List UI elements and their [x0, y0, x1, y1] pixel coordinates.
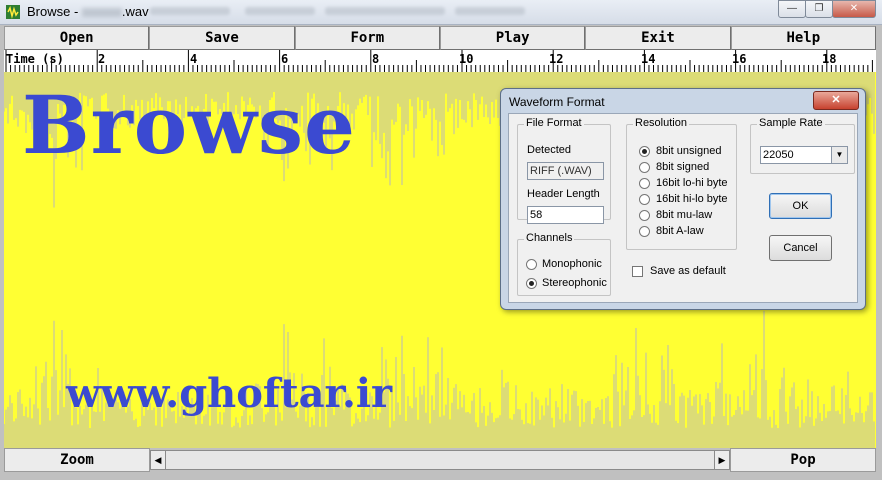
watermark-title: Browse: [22, 78, 356, 172]
zoom-button[interactable]: Zoom: [4, 448, 150, 472]
monophonic-radio[interactable]: [526, 259, 537, 270]
watermark-url: www.ghoftar.ir: [66, 370, 393, 417]
resolution-option-label: 16bit lo-hi byte: [656, 177, 728, 189]
ruler-tick-label: 8: [372, 52, 380, 66]
exit-button[interactable]: Exit: [585, 26, 731, 50]
sample-rate-select[interactable]: 22050 ▼: [760, 146, 848, 164]
ruler-tick-label: 6: [281, 52, 289, 66]
sample-rate-group-label: Sample Rate: [757, 117, 825, 129]
play-button[interactable]: Play: [439, 26, 586, 50]
ruler-tick-label: 10: [459, 52, 474, 66]
stereophonic-label: Stereophonic: [542, 277, 607, 289]
menu-bar: Open Save Form Play Exit Help: [4, 26, 876, 50]
help-button[interactable]: Help: [730, 26, 876, 50]
resolution-radio-16bit-hi-lo[interactable]: [639, 194, 650, 205]
pop-button[interactable]: Pop: [730, 448, 876, 472]
ruler-tick-label: 12: [549, 52, 564, 66]
dialog-title: Waveform Format: [509, 95, 605, 109]
minimize-button[interactable]: —: [778, 0, 806, 18]
channels-group-label: Channels: [524, 232, 575, 244]
file-format-group-label: File Format: [524, 117, 584, 129]
stereophonic-radio[interactable]: [526, 278, 537, 289]
resolution-radio-8bit-signed[interactable]: [639, 162, 650, 173]
detected-format-field: RIFF (.WAV): [527, 162, 604, 180]
resolution-radio-8bit-unsigned[interactable]: [639, 146, 650, 157]
resolution-radio-16bit-lo-hi[interactable]: [639, 178, 650, 189]
ruler-axis-label: Time (s): [6, 52, 64, 66]
window-title: Browse - .wav: [27, 4, 149, 19]
detected-label: Detected: [527, 144, 572, 156]
blurred-title-region: [325, 7, 445, 15]
blurred-title-region: [455, 7, 525, 15]
resolution-radio-8bit-mu-law[interactable]: [639, 210, 650, 221]
cancel-button[interactable]: Cancel: [769, 235, 832, 261]
bottom-bar: Zoom ◀ ▶ Pop: [4, 448, 876, 472]
ruler-tick-label: 2: [98, 52, 106, 66]
maximize-button[interactable]: ❐: [805, 0, 833, 18]
resolution-option-label: 16bit hi-lo byte: [656, 193, 728, 205]
chevron-down-icon[interactable]: ▼: [831, 147, 847, 163]
save-as-default-label: Save as default: [650, 265, 726, 277]
waveform-format-dialog: Waveform Format ✕ File Format Detected R…: [500, 88, 866, 310]
dialog-body: File Format Detected RIFF (.WAV) Header …: [508, 113, 858, 303]
dialog-close-button[interactable]: ✕: [813, 91, 859, 110]
close-button[interactable]: ✕: [832, 0, 876, 18]
header-length-input[interactable]: 58: [527, 206, 604, 224]
blurred-title-region: [150, 7, 230, 15]
resolution-group-label: Resolution: [633, 117, 689, 129]
ruler-tick-label: 14: [641, 52, 656, 66]
header-length-label: Header Length: [527, 188, 600, 200]
resolution-option-label: 8bit unsigned: [656, 145, 722, 157]
resolution-option-label: 8bit mu-law: [656, 209, 713, 221]
scroll-left-icon[interactable]: ◀: [150, 450, 166, 470]
ruler-tick-label: 18: [822, 52, 837, 66]
resolution-option-label: 8bit signed: [656, 161, 710, 173]
horizontal-scrollbar[interactable]: [166, 450, 714, 470]
form-button[interactable]: Form: [294, 26, 440, 50]
title-bar: Browse - .wav — ❐ ✕: [0, 0, 882, 25]
save-button[interactable]: Save: [149, 26, 295, 50]
sample-rate-value: 22050: [763, 149, 794, 161]
blurred-title-region: [245, 7, 315, 15]
open-button[interactable]: Open: [4, 26, 150, 50]
resolution-option-label: 8bit A-law: [656, 225, 704, 237]
save-as-default-checkbox[interactable]: [632, 266, 643, 277]
scroll-right-icon[interactable]: ▶: [714, 450, 730, 470]
ruler-tick-label: 16: [732, 52, 747, 66]
ok-button[interactable]: OK: [769, 193, 832, 219]
ruler-tick-label: 4: [190, 52, 198, 66]
monophonic-label: Monophonic: [542, 258, 602, 270]
time-ruler: Time (s) 2 4 6 8 10 12 14 16 18: [4, 50, 876, 73]
app-icon: [6, 5, 20, 19]
resolution-radio-8bit-a-law[interactable]: [639, 226, 650, 237]
